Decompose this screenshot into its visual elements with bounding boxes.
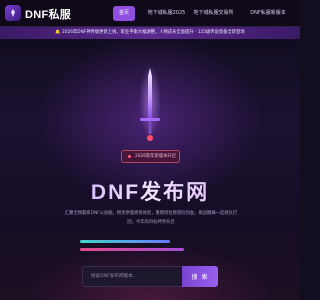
glowing-sword-icon bbox=[139, 66, 161, 141]
announcement-bar: 🔔 2026年DNF神界版更新上线，职业平衡大幅调整，人物成长全面提升 · 12… bbox=[0, 27, 300, 39]
badge-text: 2026新年新版本开启 bbox=[135, 154, 177, 159]
top-navbar: DNF私服 首页 地下城私服2025 地下城私服交易所 DNF私服新版本 bbox=[0, 0, 300, 27]
nav-item-home[interactable]: 首页 bbox=[113, 6, 135, 21]
page-title: DNF发布网 bbox=[0, 176, 300, 206]
new-version-badge: 2026新年新版本开启 bbox=[121, 150, 180, 163]
nav-item-private-2025[interactable]: 地下城私服2025 bbox=[141, 6, 192, 21]
site-logo-text[interactable]: DNF私服 bbox=[25, 6, 71, 22]
status-dot-icon bbox=[128, 155, 131, 158]
logo-icon[interactable] bbox=[5, 5, 21, 21]
search-input[interactable] bbox=[82, 266, 182, 287]
pink-bar bbox=[80, 248, 184, 251]
nav-item-new-version[interactable]: DNF私服新版本 bbox=[240, 6, 296, 21]
cyan-bar bbox=[80, 240, 170, 243]
nav-item-exchange[interactable]: 地下城私服交易所 bbox=[191, 6, 236, 21]
search-button[interactable]: 搜 索 bbox=[182, 266, 218, 287]
hero-description: 汇聚全网最新DNF公益服，畅享原版爽快体验，重燃阿拉德冒险热血，挑战巅峰一起组队… bbox=[64, 211, 238, 225]
